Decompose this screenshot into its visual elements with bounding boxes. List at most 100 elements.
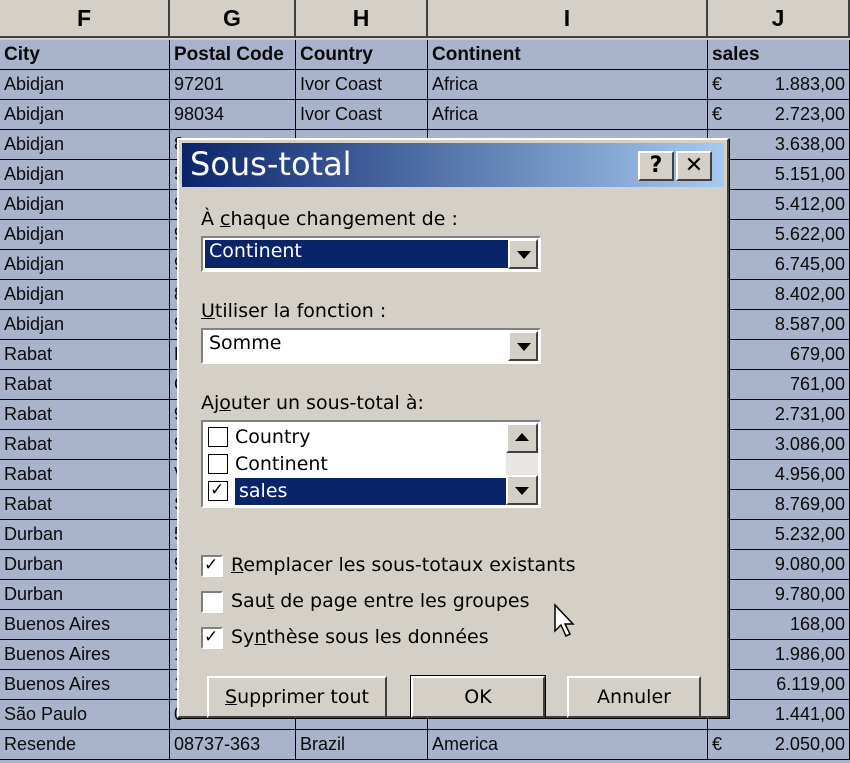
cell-sales[interactable]: 168,00 — [708, 610, 850, 639]
column-header-j[interactable]: J — [708, 0, 850, 38]
cell-city[interactable]: São Paulo — [0, 700, 170, 729]
cell-sales[interactable]: 3.638,00 — [708, 130, 850, 159]
cell-sales[interactable]: 9.780,00 — [708, 580, 850, 609]
cell-sales[interactable]: 8.402,00 — [708, 280, 850, 309]
cell-sales[interactable]: 761,00 — [708, 370, 850, 399]
table-row: Resende 08737-363 Brazil America 2.050,00 € — [0, 730, 850, 760]
cell-continent[interactable]: Africa — [428, 100, 708, 129]
cell-country-header[interactable]: Country — [296, 40, 428, 69]
cell-sales[interactable]: 5.622,00 — [708, 220, 850, 249]
checkbox-continent[interactable] — [208, 454, 228, 474]
cell-city[interactable]: Durban — [0, 550, 170, 579]
cell-city[interactable]: Rabat — [0, 460, 170, 489]
cell-sales[interactable]: 5.232,00 — [708, 520, 850, 549]
cell-sales[interactable]: 5.151,00 — [708, 160, 850, 189]
add-subtotal-label: Ajouter un sous-total à: — [201, 392, 424, 414]
cell-continent-header[interactable]: Continent — [428, 40, 708, 69]
list-item-sales[interactable]: ✓ sales — [205, 478, 511, 505]
cell-city[interactable]: Abidjan — [0, 160, 170, 189]
cell-country[interactable]: Brazil — [296, 730, 428, 759]
cell-city[interactable]: Rabat — [0, 490, 170, 519]
cell-sales[interactable]: 2.723,00 — [708, 100, 850, 129]
remove-all-button[interactable]: Supprimer tout — [207, 676, 387, 718]
cell-continent[interactable]: Africa — [428, 70, 708, 99]
cell-city[interactable]: Rabat — [0, 430, 170, 459]
currency-symbol: € — [712, 74, 723, 94]
cancel-button[interactable]: Annuler — [567, 676, 701, 718]
summary-below-label: Synthèse sous les données — [231, 626, 489, 648]
page-break-label: Saut de page entre les groupes — [231, 590, 530, 612]
cell-sales-header[interactable]: sales — [708, 40, 850, 69]
cell-city-header[interactable]: City — [0, 40, 170, 69]
cell-sales[interactable]: 6.119,00 — [708, 670, 850, 699]
cell-country[interactable]: Ivor Coast — [296, 100, 428, 129]
cell-sales[interactable]: 5.412,00 — [708, 190, 850, 219]
cell-postal[interactable]: 98034 — [170, 100, 296, 129]
cell-city[interactable]: Durban — [0, 580, 170, 609]
scroll-down-button[interactable] — [506, 475, 538, 505]
cell-city[interactable]: Abidjan — [0, 70, 170, 99]
chevron-down-icon — [517, 343, 531, 351]
change-field-select[interactable]: Continent — [201, 236, 541, 272]
cell-sales[interactable]: 1.883,00 — [708, 70, 850, 99]
chevron-down-icon — [517, 251, 531, 259]
cell-sales[interactable]: 8.587,00 — [708, 310, 850, 339]
cell-city[interactable]: Abidjan — [0, 130, 170, 159]
currency-symbol: € — [712, 104, 723, 124]
column-header-g[interactable]: G — [170, 0, 296, 38]
cell-city[interactable]: Buenos Aires — [0, 610, 170, 639]
cell-continent[interactable]: America — [428, 730, 708, 759]
scroll-up-button[interactable] — [506, 423, 538, 453]
close-button[interactable]: ✕ — [676, 151, 712, 181]
cell-postal[interactable]: 08737-363 — [170, 730, 296, 759]
cell-city[interactable]: Abidjan — [0, 190, 170, 219]
replace-subtotals-label: Remplacer les sous-totaux existants — [231, 554, 576, 576]
cell-city[interactable]: Rabat — [0, 400, 170, 429]
subtotal-fields-list[interactable]: Country Continent ✓ sales — [201, 420, 541, 508]
cell-country[interactable]: Ivor Coast — [296, 70, 428, 99]
cell-city[interactable]: Buenos Aires — [0, 670, 170, 699]
checkbox-country[interactable] — [208, 427, 228, 447]
cell-city[interactable]: Abidjan — [0, 310, 170, 339]
help-button[interactable]: ? — [638, 151, 674, 181]
mouse-pointer-icon — [554, 603, 575, 638]
subtotal-dialog: Sous-total ? ✕ À chaque changement de : … — [177, 138, 729, 719]
cell-city[interactable]: Abidjan — [0, 250, 170, 279]
list-item-country[interactable]: Country — [205, 424, 511, 451]
chevron-down-icon — [515, 487, 529, 495]
cell-city[interactable]: Abidjan — [0, 100, 170, 129]
cell-sales[interactable]: 3.086,00 — [708, 430, 850, 459]
column-header-h[interactable]: H — [296, 0, 428, 38]
cell-sales[interactable]: 1.441,00 — [708, 700, 850, 729]
list-item-continent[interactable]: Continent — [205, 451, 511, 478]
cell-sales[interactable]: 6.745,00 — [708, 250, 850, 279]
cell-city[interactable]: Buenos Aires — [0, 640, 170, 669]
cell-city[interactable]: Durban — [0, 520, 170, 549]
cell-sales[interactable]: 8.769,00 — [708, 490, 850, 519]
cell-sales[interactable]: 679,00 — [708, 340, 850, 369]
cell-city[interactable]: Rabat — [0, 340, 170, 369]
checkbox-sales[interactable]: ✓ — [208, 480, 228, 501]
cell-city[interactable]: Resende — [0, 730, 170, 759]
function-select[interactable]: Somme — [201, 328, 541, 364]
cell-sales[interactable]: 4.956,00 — [708, 460, 850, 489]
chevron-up-icon — [515, 433, 529, 441]
change-field-value: Continent — [205, 240, 523, 268]
change-label: À chaque changement de : — [201, 208, 458, 230]
function-dropdown-button[interactable] — [508, 331, 538, 361]
list-scrollbar[interactable] — [506, 423, 538, 505]
cell-sales[interactable]: 2.050,00 — [708, 730, 850, 759]
cell-city[interactable]: Abidjan — [0, 220, 170, 249]
cell-city[interactable]: Rabat — [0, 370, 170, 399]
column-header-i[interactable]: I — [428, 0, 708, 38]
change-field-dropdown-button[interactable] — [508, 239, 538, 269]
dialog-titlebar[interactable]: Sous-total ? ✕ — [182, 143, 724, 187]
cell-sales[interactable]: 2.731,00 — [708, 400, 850, 429]
cell-city[interactable]: Abidjan — [0, 280, 170, 309]
cell-postal-header[interactable]: Postal Code — [170, 40, 296, 69]
cell-sales[interactable]: 1.986,00 — [708, 640, 850, 669]
column-header-f[interactable]: F — [0, 0, 170, 38]
cell-postal[interactable]: 97201 — [170, 70, 296, 99]
ok-button[interactable]: OK — [410, 675, 546, 719]
cell-sales[interactable]: 9.080,00 — [708, 550, 850, 579]
